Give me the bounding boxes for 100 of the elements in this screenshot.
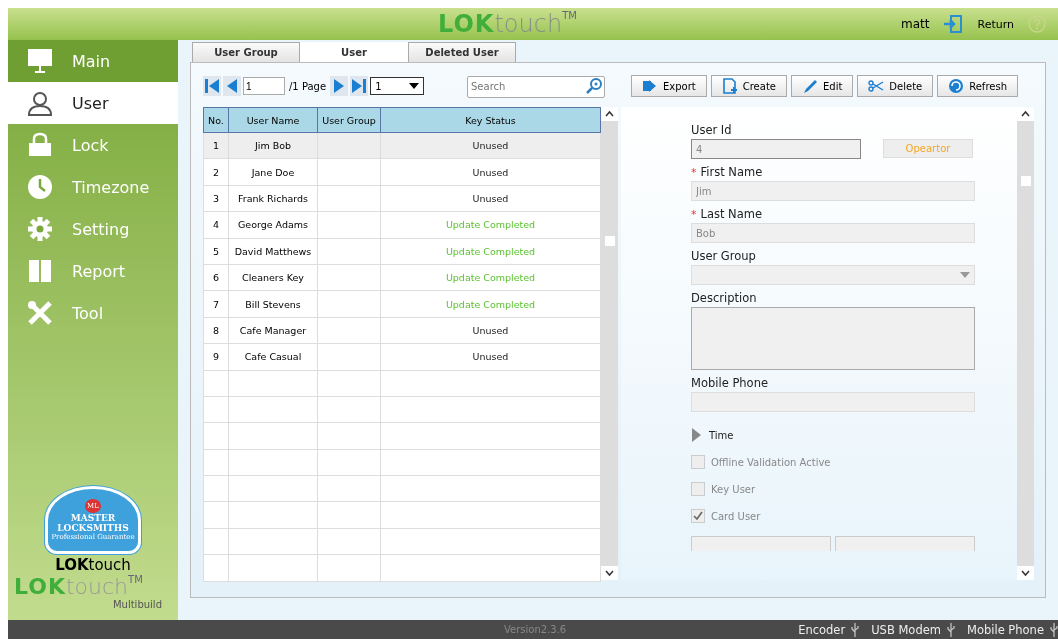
version-label: Version2.3.6 [504,624,567,635]
scroll-up-icon[interactable] [601,107,618,121]
toolbar-button[interactable]: Delete [857,75,934,97]
username-label: matt [901,17,930,31]
page-field[interactable]: 1 [243,77,285,95]
search-field[interactable]: Search [467,75,605,98]
table-cell: David Matthews [228,238,318,265]
tab[interactable]: Deleted User [408,42,516,62]
usb-icon [947,622,955,637]
return-link[interactable]: Return [977,17,1014,31]
scroll-up-icon[interactable] [1017,107,1034,121]
tools-icon [26,299,54,327]
refresh-icon [948,78,965,94]
required-marker: * [691,165,697,179]
tab[interactable]: User [300,42,408,62]
toolbar-button[interactable]: Export [631,75,707,97]
field-label: First Name [700,165,763,179]
field-label: Mobile Phone [691,376,768,390]
toolbar-button[interactable]: Edit [790,75,854,97]
description-field[interactable] [691,307,975,370]
required-marker: * [691,207,697,221]
table-cell: 4 [203,211,229,239]
table-cell: Cleaners Key [228,264,318,291]
checkbox[interactable] [691,455,705,469]
column-header[interactable]: Key Status [380,107,601,133]
column-header[interactable]: No. [203,107,229,133]
table-cell: Unused [380,158,601,186]
page-count-label: /1 Page [289,80,327,92]
table-cell: Unused [380,185,601,212]
button[interactable] [691,536,831,551]
table-cell: 1 [203,132,229,159]
field-label: User Id [691,123,732,137]
book-icon [26,257,54,285]
exit-icon[interactable] [943,15,964,33]
mobile-phone-field[interactable] [691,392,975,412]
first-page-icon[interactable] [203,76,221,96]
table-cell: George Adams [228,211,318,239]
settings-icon [26,215,54,243]
dropdown-arrow-icon[interactable] [409,82,420,90]
user-icon [26,89,54,117]
field-label: Description [691,291,757,305]
table-cell: 5 [203,238,229,265]
scrollbar[interactable] [601,107,618,580]
table-cell: Frank Richards [228,185,318,212]
usb-icon [1050,622,1058,637]
column-header[interactable]: User Name [228,107,318,133]
product-logo: LOKtouch$^{TM}$ Multibuild [13,574,163,610]
pencil-icon [801,78,818,94]
table-cell: Bill Stevens [228,290,318,318]
table-cell: Cafe Casual [228,343,318,370]
app-logo: LOKtouch$^{TM}$ [438,10,578,38]
export-icon [642,78,658,94]
button[interactable] [835,536,975,551]
field-label: User Group [691,249,756,263]
checkbox[interactable] [691,509,705,523]
toolbar-button[interactable]: Create [710,75,787,97]
table-cell: Jim Bob [228,132,318,159]
sidebar-item[interactable]: User [8,82,178,124]
search-icon[interactable] [585,77,603,95]
table-cell: Update Completed [380,211,601,239]
monitor-icon [26,47,54,75]
table-cell: 6 [203,264,229,291]
scroll-down-icon[interactable] [601,566,618,580]
scissors-icon [868,78,885,94]
table-cell: 9 [203,343,229,370]
toolbar-button[interactable]: Refresh [937,75,1018,97]
scroll-thumb[interactable] [604,236,615,246]
scrollbar[interactable] [1017,107,1034,580]
scroll-thumb[interactable] [1020,176,1031,186]
device-label: Encoder [798,622,846,637]
field-label: Last Name [700,207,763,221]
checkbox[interactable] [691,482,705,496]
usb-icon [851,622,860,637]
checkbox-label: Offline Validation Active [711,456,831,468]
table-cell: Update Completed [380,264,601,291]
previous-page-icon[interactable] [223,76,241,96]
expand-triangle-icon[interactable] [691,428,701,442]
page-size-dropdown[interactable]: 1 [370,77,425,95]
table-cell: Unused [380,132,601,159]
table-cell: 7 [203,290,229,318]
checkbox-label: Key User [711,483,756,495]
table-cell: Cafe Manager [228,317,318,344]
table-cell: 8 [203,317,229,344]
table-cell: Unused [380,317,601,344]
column-header[interactable]: User Group [317,107,381,133]
table-cell: Jane Doe [228,158,318,186]
scroll-down-icon[interactable] [1017,566,1034,580]
new-document-icon [721,78,738,94]
table-cell: 2 [203,158,229,186]
table-cell: Unused [380,343,601,370]
next-page-icon[interactable] [330,76,349,96]
device-label: USB Modem [871,622,941,637]
time-expander[interactable]: Time [691,428,734,442]
table-cell: Update Completed [380,290,601,318]
brand-logo: LOKtouch [55,556,131,574]
tab[interactable]: User Group [192,42,300,62]
table-cell: Update Completed [380,238,601,265]
device-label: Mobile Phone [967,622,1044,637]
padlock-icon [26,131,54,159]
last-page-icon[interactable] [350,76,369,96]
